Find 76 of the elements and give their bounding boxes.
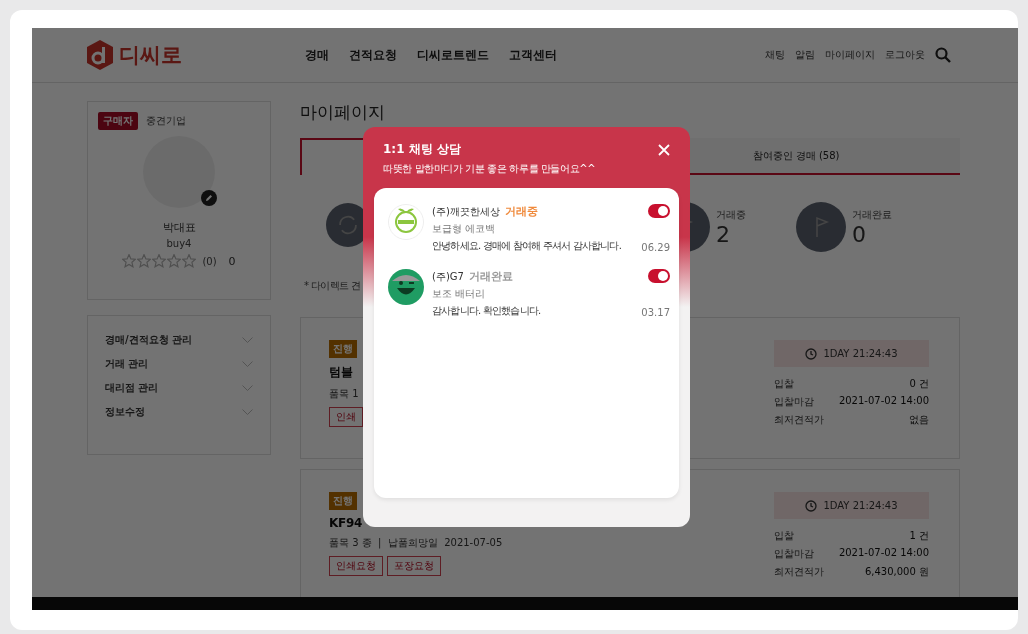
nav-link[interactable]: 디씨로트렌드	[417, 46, 489, 64]
menu-item[interactable]: 거래 관리	[105, 357, 149, 371]
deal-status: 거래완료	[468, 269, 513, 284]
info-value: 없음	[909, 413, 929, 427]
auction-meta: 품목 3 종 | 납품희망일 2021-07-05	[329, 536, 503, 550]
stat-value: 2	[716, 221, 731, 247]
chat-message: 감사합니다. 확인했습니다.	[432, 304, 542, 318]
info-label: 입찰마감	[774, 547, 814, 561]
company-name[interactable]: (주)G7	[432, 270, 464, 284]
info-value: 2021-07-02 14:00	[838, 395, 929, 408]
star-icon	[152, 254, 167, 268]
timer-text: 1DAY 21:24:43	[823, 348, 898, 359]
info-label: 입찰마감	[774, 395, 814, 409]
toggle-switch[interactable]	[648, 204, 670, 218]
request-tag: 인쇄	[329, 407, 363, 427]
stat-value: 0	[852, 221, 867, 247]
toggle-switch[interactable]	[648, 269, 670, 283]
status-badge: 진행	[329, 492, 357, 510]
request-tag: 인쇄요청	[329, 556, 383, 576]
review-count: (0)	[202, 255, 217, 267]
product-name: 보조 배터리	[432, 287, 487, 301]
info-value: 2021-07-02 14:00	[838, 547, 929, 560]
stat-label: 거래중	[716, 207, 746, 222]
company-type: 중견기업	[146, 114, 186, 128]
close-icon[interactable]	[658, 143, 670, 156]
header-link[interactable]: 로그아웃	[885, 48, 925, 62]
clock-icon	[805, 499, 818, 512]
star-icon	[137, 254, 152, 268]
rating-score: 0	[228, 254, 236, 268]
chat-time: 06.29	[641, 242, 670, 253]
logo-icon	[85, 39, 115, 71]
company-name[interactable]: (주)깨끗한세상	[432, 205, 500, 219]
role-badge: 구매자	[98, 112, 138, 130]
nav-link[interactable]: 경매	[305, 46, 329, 64]
clock-icon	[805, 347, 818, 360]
header-link[interactable]: 마이페이지	[825, 48, 875, 62]
stat-label: 거래완료	[852, 207, 892, 222]
info-label: 입찰	[774, 529, 794, 543]
info-value: 6,430,000 원	[864, 565, 929, 579]
flag-icon	[796, 202, 846, 252]
page-title: 마이페이지	[300, 101, 386, 124]
auction-meta: 품목 1	[329, 387, 359, 401]
profile-name: 박대표	[162, 220, 196, 235]
menu-item[interactable]: 경매/견적요청 관리	[105, 333, 193, 347]
star-icon	[182, 254, 197, 268]
chat-message: 안녕하세요. 경매에 참여해 주셔서 감사합니다.	[432, 239, 623, 253]
product-name: 보급형 에코백	[432, 222, 497, 236]
auction-title[interactable]: KF94	[329, 516, 362, 530]
logo-avatar	[388, 204, 424, 240]
request-tag: 포장요청	[387, 556, 441, 576]
modal-title: 1:1 채팅 상담	[383, 141, 461, 158]
deal-status: 거래중	[504, 204, 538, 219]
info-value: 1 건	[909, 529, 929, 543]
info-label: 입찰	[774, 377, 794, 391]
search-icon[interactable]	[935, 47, 951, 63]
header-link[interactable]: 채팅	[765, 48, 785, 62]
info-label: 최저견적가	[774, 565, 824, 579]
edit-icon[interactable]	[201, 190, 217, 206]
timer-text: 1DAY 21:24:43	[823, 500, 898, 511]
auction-title[interactable]: 텀블	[329, 364, 353, 381]
info-label: 최저견적가	[774, 413, 824, 427]
header-link[interactable]: 알림	[795, 48, 815, 62]
nav-link[interactable]: 견적요청	[349, 46, 397, 64]
modal-subtitle: 따뜻한 말한마디가 기분 좋은 하루를 만들어요^^	[383, 162, 597, 176]
menu-item[interactable]: 정보수정	[105, 405, 145, 419]
menu-item[interactable]: 대리점 관리	[105, 381, 159, 395]
stats-note: * 다이렉트 견	[303, 279, 361, 293]
cartoon-avatar	[388, 269, 424, 305]
chat-time: 03.17	[641, 307, 670, 318]
info-value: 0 건	[909, 377, 929, 391]
star-icon	[122, 254, 137, 268]
logo-text[interactable]: 디씨로	[119, 41, 182, 69]
status-badge: 진행	[329, 340, 357, 358]
user-id: buy4	[166, 238, 192, 249]
nav-link[interactable]: 고객센터	[509, 46, 557, 64]
star-icon	[167, 254, 182, 268]
